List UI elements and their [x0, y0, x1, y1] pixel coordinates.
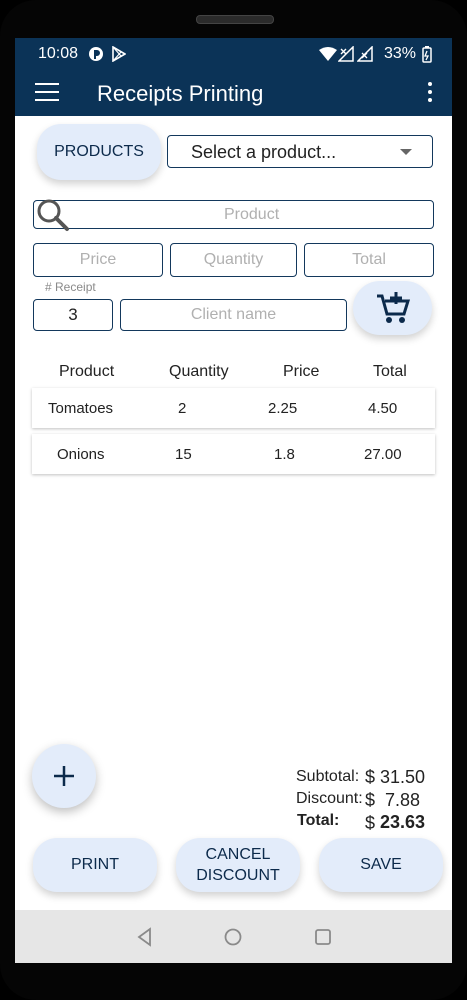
subtotal-label: Subtotal: — [296, 768, 360, 785]
add-to-cart-button[interactable] — [353, 281, 432, 335]
system-nav-bar — [15, 910, 452, 963]
back-nav-icon[interactable] — [135, 927, 155, 947]
table-row[interactable]: Tomatoes 2 2.25 4.50 — [32, 388, 435, 428]
cancel-discount-label-line1: CANCEL — [205, 846, 271, 863]
print-button-label: PRINT — [71, 856, 119, 873]
subtotal-value: $ 31.50 — [365, 767, 426, 787]
products-button-label: PRODUCTS — [54, 143, 144, 160]
total-input[interactable]: Total — [304, 243, 434, 277]
add-fab-button[interactable] — [32, 744, 96, 808]
product-search-input[interactable]: Product — [33, 200, 434, 229]
price-placeholder: Price — [79, 251, 117, 268]
status-time: 10:08 — [38, 45, 79, 62]
row-product: Tomatoes — [48, 400, 114, 417]
wifi-icon — [319, 47, 337, 61]
discount-value: $ 7.88 — [365, 790, 421, 810]
discount-label: Discount: — [296, 790, 363, 807]
products-button[interactable]: PRODUCTS — [37, 124, 161, 180]
cancel-discount-button[interactable]: CANCEL DISCOUNT — [176, 838, 300, 892]
row-total: 4.50 — [368, 400, 398, 417]
overflow-menu-icon[interactable] — [428, 82, 434, 106]
row-product: Onions — [57, 446, 105, 463]
table-row[interactable]: Onions 15 1.8 27.00 — [32, 434, 435, 474]
product-select-value: Select a product... — [191, 142, 337, 162]
home-nav-icon[interactable] — [223, 927, 243, 947]
column-header-total: Total — [373, 363, 407, 380]
total-label: Total: — [297, 812, 340, 829]
battery-icon — [422, 46, 432, 63]
battery-percent: 33% — [384, 45, 416, 63]
total-currency: $ — [365, 813, 376, 833]
receipt-number-input[interactable]: 3 — [33, 299, 113, 331]
quantity-input[interactable]: Quantity — [170, 243, 297, 277]
add-to-cart-icon — [376, 292, 410, 323]
product-select[interactable]: Select a product... — [167, 135, 433, 168]
row-price: 1.8 — [274, 446, 295, 463]
client-name-placeholder: Client name — [190, 306, 277, 323]
status-bar: 10:08 33% — [15, 38, 452, 70]
recents-nav-icon[interactable] — [313, 927, 333, 947]
speaker-grille — [196, 15, 274, 24]
signal-icon-2 — [357, 46, 373, 62]
price-input[interactable]: Price — [33, 243, 163, 277]
product-search-placeholder: Product — [224, 206, 280, 223]
row-quantity: 2 — [178, 400, 187, 417]
app-bar: Receipts Printing — [15, 70, 452, 116]
print-button[interactable]: PRINT — [33, 838, 157, 892]
row-price: 2.25 — [268, 400, 298, 417]
column-header-quantity: Quantity — [169, 363, 229, 380]
app-notification-icon — [89, 47, 103, 61]
battery-level: 33% — [383, 45, 416, 62]
client-name-input[interactable]: Client name — [120, 299, 347, 331]
column-header-price: Price — [283, 363, 320, 380]
cancel-discount-label-line2: DISCOUNT — [196, 867, 280, 884]
quantity-placeholder: Quantity — [203, 251, 264, 268]
receipt-number-value: 3 — [68, 305, 78, 324]
save-button[interactable]: SAVE — [319, 838, 443, 892]
phone-frame: 10:08 33% Receipts Printing PRODUCTS Sel… — [0, 0, 467, 1000]
row-quantity: 15 — [175, 446, 192, 463]
hamburger-menu-icon[interactable] — [35, 83, 59, 103]
column-header-product: Product — [59, 363, 115, 380]
total-placeholder: Total — [352, 251, 386, 268]
save-button-label: SAVE — [360, 856, 402, 873]
total-value: 23.63 — [380, 812, 426, 832]
signal-icon — [338, 46, 354, 62]
page-title: Receipts Printing — [97, 81, 264, 106]
screen: 10:08 33% Receipts Printing PRODUCTS Sel… — [15, 38, 452, 963]
plus-icon — [54, 766, 74, 786]
receipt-number-label: # Receipt — [45, 280, 96, 294]
play-store-icon — [112, 46, 126, 62]
search-icon — [37, 199, 69, 231]
dropdown-arrow-icon — [400, 149, 412, 155]
row-total: 27.00 — [364, 446, 402, 463]
